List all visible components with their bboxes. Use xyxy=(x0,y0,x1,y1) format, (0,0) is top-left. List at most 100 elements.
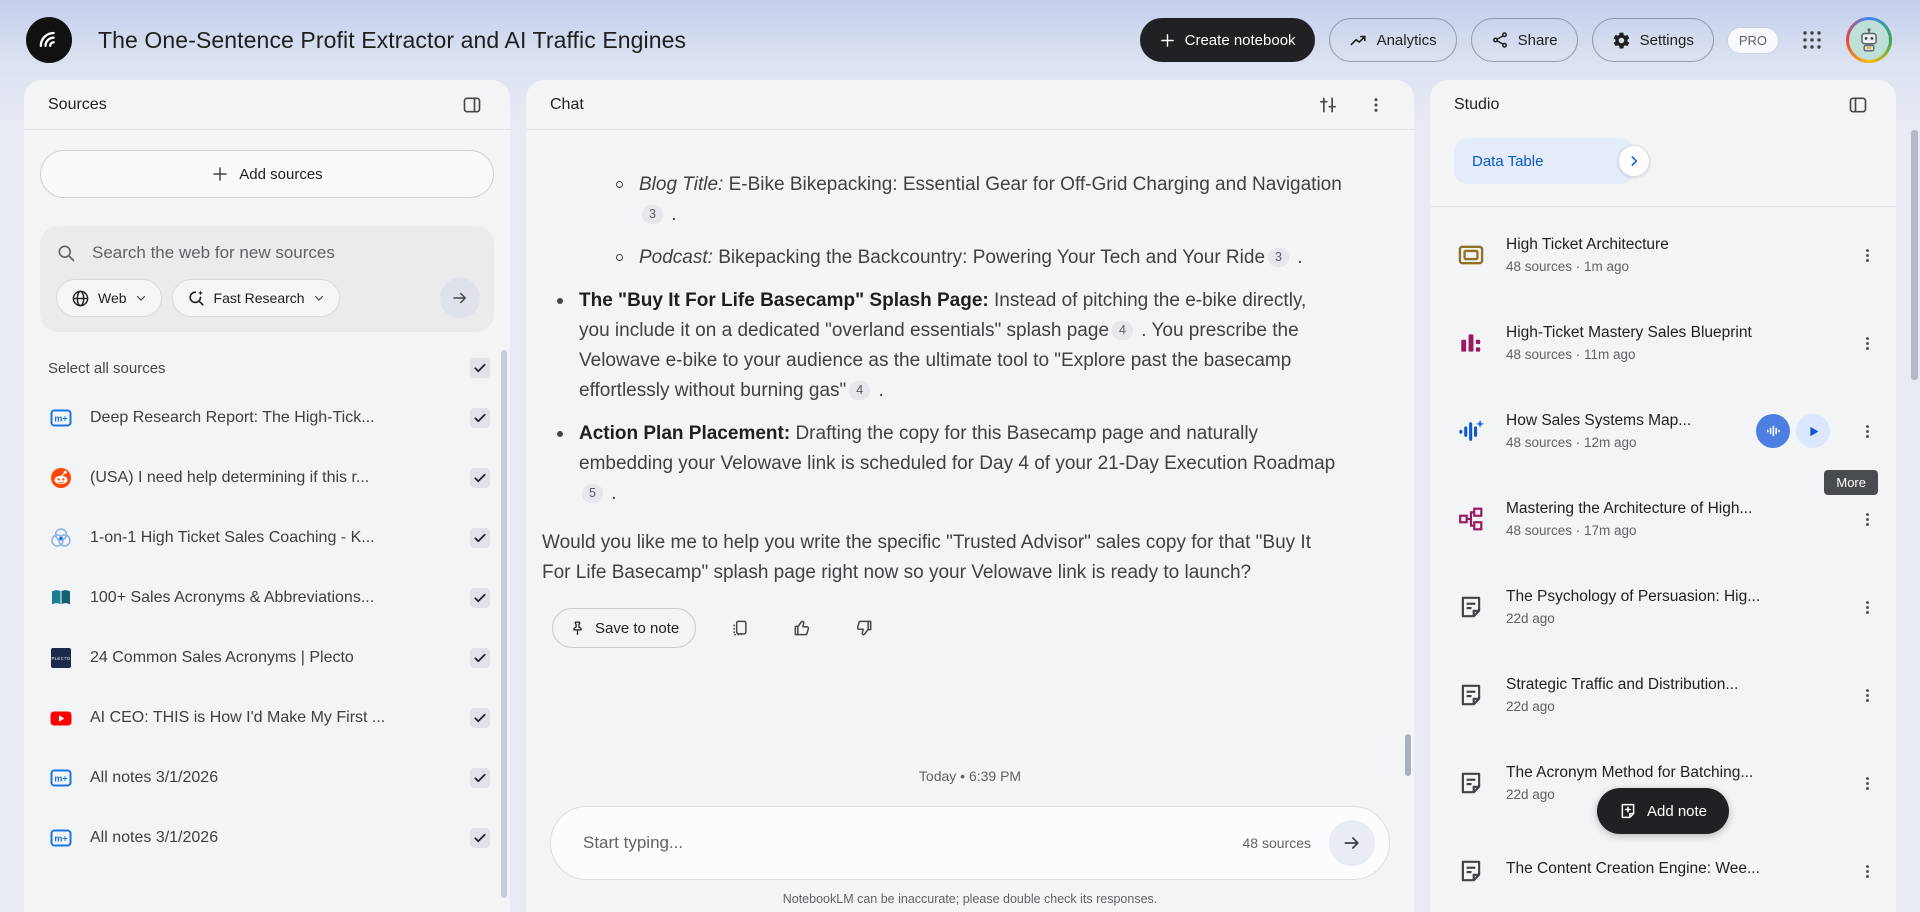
collapse-panel-icon[interactable] xyxy=(454,87,490,123)
save-to-note-button[interactable]: Save to note xyxy=(552,608,696,648)
notebooklm-logo-icon[interactable] xyxy=(26,17,72,63)
scrollbar-thumb[interactable] xyxy=(1405,734,1411,776)
send-arrow-icon xyxy=(1342,833,1362,853)
apps-grid-icon[interactable] xyxy=(1792,20,1832,60)
thumbs-down-icon[interactable] xyxy=(846,610,882,646)
chevron-right-icon xyxy=(1627,154,1641,168)
thumbs-up-icon[interactable] xyxy=(784,610,820,646)
copy-icon[interactable] xyxy=(722,610,758,646)
svg-text:m+: m+ xyxy=(54,774,67,784)
add-sources-button[interactable]: Add sources xyxy=(40,150,494,198)
plus-icon xyxy=(1159,32,1176,49)
studio-item[interactable]: The Psychology of Persuasion: Hig... 22d… xyxy=(1430,563,1896,651)
citation-chip[interactable]: 5 xyxy=(582,484,603,503)
carousel-next-button[interactable] xyxy=(1618,145,1650,177)
kebab-menu-icon[interactable] xyxy=(1850,766,1884,800)
create-notebook-button[interactable]: Create notebook xyxy=(1140,18,1315,62)
source-row[interactable]: 1-on-1 High Ticket Sales Coaching - K... xyxy=(24,508,510,568)
source-row[interactable]: (USA) I need help determining if this r.… xyxy=(24,448,510,508)
studio-panel: Studio Data Table High Ticket xyxy=(1430,80,1896,912)
web-search-card: Web Fast Research xyxy=(40,226,494,332)
kebab-menu-icon[interactable] xyxy=(1358,87,1394,123)
audio-waveform-icon xyxy=(1456,417,1486,445)
sources-panel-title: Sources xyxy=(48,96,107,114)
reddit-icon xyxy=(48,466,74,490)
source-row[interactable]: m+ All notes 3/1/2026 xyxy=(24,748,510,808)
scrollbar-thumb[interactable] xyxy=(501,350,507,898)
studio-item[interactable]: High-Ticket Mastery Sales Blueprint 48 s… xyxy=(1430,299,1896,387)
studio-item[interactable]: High Ticket Architecture 48 sources · 1m… xyxy=(1430,211,1896,299)
web-filter-chip[interactable]: Web xyxy=(56,279,162,317)
chat-closing-paragraph: Would you like me to help you write the … xyxy=(542,528,1342,588)
source-checkbox[interactable] xyxy=(470,828,490,848)
select-all-checkbox[interactable] xyxy=(470,358,490,378)
search-input[interactable] xyxy=(90,242,480,264)
notebook-title[interactable]: The One-Sentence Profit Extractor and AI… xyxy=(98,27,686,54)
disclaimer-text: NotebookLM can be inaccurate; please dou… xyxy=(550,892,1390,906)
chat-message: Blog Title: E-Bike Bikepacking: Essentia… xyxy=(526,130,1414,648)
select-all-label: Select all sources xyxy=(48,360,166,377)
studio-item[interactable]: The Content Creation Engine: Wee... xyxy=(1430,827,1896,912)
kebab-menu-icon[interactable] xyxy=(1850,854,1884,888)
kebab-menu-icon[interactable] xyxy=(1850,326,1884,360)
source-checkbox[interactable] xyxy=(470,708,490,728)
sources-count: 48 sources xyxy=(1243,835,1311,851)
venn-icon xyxy=(48,526,74,550)
chat-settings-icon[interactable] xyxy=(1310,87,1346,123)
flashcards-icon xyxy=(1456,241,1486,269)
source-checkbox[interactable] xyxy=(470,588,490,608)
play-button[interactable] xyxy=(1796,414,1830,448)
source-checkbox[interactable] xyxy=(470,528,490,548)
studio-item[interactable]: Strategic Traffic and Distribution... 22… xyxy=(1430,651,1896,739)
send-button[interactable] xyxy=(1329,820,1375,866)
source-row[interactable]: AI CEO: THIS is How I'd Make My First ..… xyxy=(24,688,510,748)
notebooklm-doc-icon: m+ xyxy=(48,406,74,430)
source-list: m+ Deep Research Report: The High-Tick..… xyxy=(24,388,510,868)
kebab-menu-icon[interactable] xyxy=(1850,238,1884,272)
interactive-audio-button[interactable] xyxy=(1756,414,1790,448)
source-row[interactable]: m+ Deep Research Report: The High-Tick..… xyxy=(24,388,510,448)
book-icon xyxy=(48,586,74,610)
chat-sub-bullet: Podcast: Bikepacking the Backcountry: Po… xyxy=(614,243,1342,273)
scrollbar-thumb[interactable] xyxy=(1911,130,1918,380)
settings-button[interactable]: Settings xyxy=(1592,18,1714,62)
studio-carousel: Data Table xyxy=(1430,138,1896,196)
citation-chip[interactable]: 3 xyxy=(1268,248,1289,267)
fast-research-icon xyxy=(187,289,206,308)
studio-item[interactable]: How Sales Systems Map... 48 sources · 12… xyxy=(1430,387,1896,475)
share-button[interactable]: Share xyxy=(1471,18,1578,62)
source-row[interactable]: PLECTO 24 Common Sales Acronyms | Plecto xyxy=(24,628,510,688)
kebab-menu-icon[interactable] xyxy=(1850,502,1884,536)
data-table-chip[interactable]: Data Table xyxy=(1454,138,1634,184)
youtube-icon xyxy=(48,706,74,730)
source-row[interactable]: 100+ Sales Acronyms & Abbreviations... xyxy=(24,568,510,628)
pin-icon xyxy=(569,620,586,637)
chat-input[interactable] xyxy=(581,832,1243,854)
kebab-menu-icon[interactable] xyxy=(1850,414,1884,448)
submit-search-button[interactable] xyxy=(440,278,480,318)
fast-research-chip[interactable]: Fast Research xyxy=(172,279,340,317)
chat-panel: Chat Blog Title: E-Bike Bikepacking: Ess… xyxy=(526,80,1414,912)
sources-panel: Sources Add sources xyxy=(24,80,510,912)
plus-icon xyxy=(211,165,229,183)
analytics-button[interactable]: Analytics xyxy=(1329,18,1457,62)
studio-panel-title: Studio xyxy=(1454,96,1499,114)
citation-chip[interactable]: 4 xyxy=(1112,321,1133,340)
kebab-menu-icon[interactable] xyxy=(1850,590,1884,624)
chat-bullet: The "Buy It For Life Basecamp" Splash Pa… xyxy=(554,286,1342,406)
source-checkbox[interactable] xyxy=(470,468,490,488)
source-checkbox[interactable] xyxy=(470,768,490,788)
source-checkbox[interactable] xyxy=(470,408,490,428)
citation-chip[interactable]: 3 xyxy=(642,205,663,224)
kebab-menu-icon[interactable] xyxy=(1850,678,1884,712)
citation-chip[interactable]: 4 xyxy=(849,381,870,400)
pro-badge: PRO xyxy=(1728,28,1778,53)
trending-up-icon xyxy=(1349,31,1368,50)
expand-panel-icon[interactable] xyxy=(1840,87,1876,123)
avatar[interactable] xyxy=(1846,17,1892,63)
flowchart-icon xyxy=(1456,506,1486,532)
add-note-button[interactable]: Add note xyxy=(1597,788,1729,834)
source-checkbox[interactable] xyxy=(470,648,490,668)
source-row[interactable]: m+ All notes 3/1/2026 xyxy=(24,808,510,868)
chat-panel-title: Chat xyxy=(550,96,584,114)
